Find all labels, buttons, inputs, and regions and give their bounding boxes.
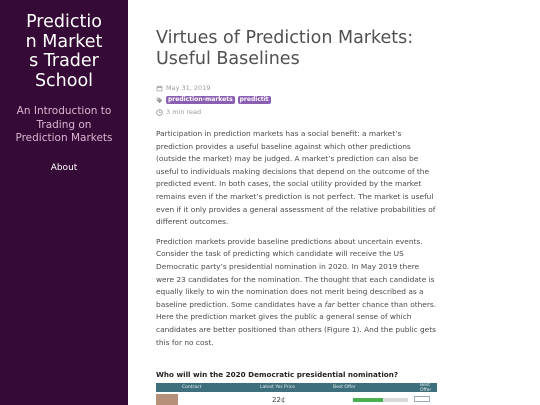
- figure-1: Who will win the 2020 Democratic preside…: [156, 370, 437, 405]
- site-tagline: An Introduction to Trading on Prediction…: [15, 105, 113, 144]
- figure-title: Who will win the 2020 Democratic preside…: [156, 370, 399, 379]
- paragraph-2-text-a: Prediction markets provide baseline pred…: [156, 236, 435, 309]
- nav-about-link[interactable]: About: [0, 163, 128, 173]
- post-date-row: May 31, 2019: [156, 83, 439, 93]
- post-content: Virtues of Prediction Markets: Useful Ba…: [156, 28, 439, 349]
- tag-predictit[interactable]: predictit: [237, 96, 271, 104]
- figure-col-latest-price: Latest Yes Price: [260, 385, 296, 390]
- post-date: May 31, 2019: [166, 84, 211, 92]
- best-offer-button[interactable]: [414, 396, 430, 402]
- figure-col-contract: Contract: [182, 385, 202, 390]
- candidate-photo: [156, 394, 178, 405]
- sidebar: Prediction Markets Trader School An Intr…: [0, 0, 128, 405]
- price-bar: [353, 398, 408, 402]
- figure-table-header: Contract Latest Yes Price Best Offer Bes…: [156, 382, 437, 393]
- latest-yes-price: 22¢: [272, 396, 286, 404]
- post-title: Virtues of Prediction Markets: Useful Ba…: [156, 28, 414, 69]
- figure-col-best-offer-yes: Best Offer: [333, 385, 356, 390]
- calendar-icon: [156, 85, 163, 91]
- clock-icon: [156, 108, 163, 116]
- figure-col-best-offer-no: Best Offer: [420, 382, 432, 393]
- site-title-link[interactable]: Prediction Markets Trader School: [22, 12, 106, 91]
- post-tags-row: prediction-markets predictit: [156, 95, 439, 105]
- paragraph-1: Participation in prediction markets has …: [156, 129, 436, 227]
- paragraph-2-emphasis: far: [324, 299, 335, 309]
- price-bar-fill: [353, 398, 384, 402]
- tag-prediction-markets[interactable]: prediction-markets: [166, 96, 235, 104]
- tag-icon: [156, 97, 163, 103]
- paragraph-2: Prediction markets provide baseline pred…: [156, 236, 439, 349]
- post-read-time: 3 min read: [166, 108, 202, 116]
- figure-table-row: 22¢: [156, 392, 437, 405]
- post-read-time-row: 3 min read: [156, 107, 439, 117]
